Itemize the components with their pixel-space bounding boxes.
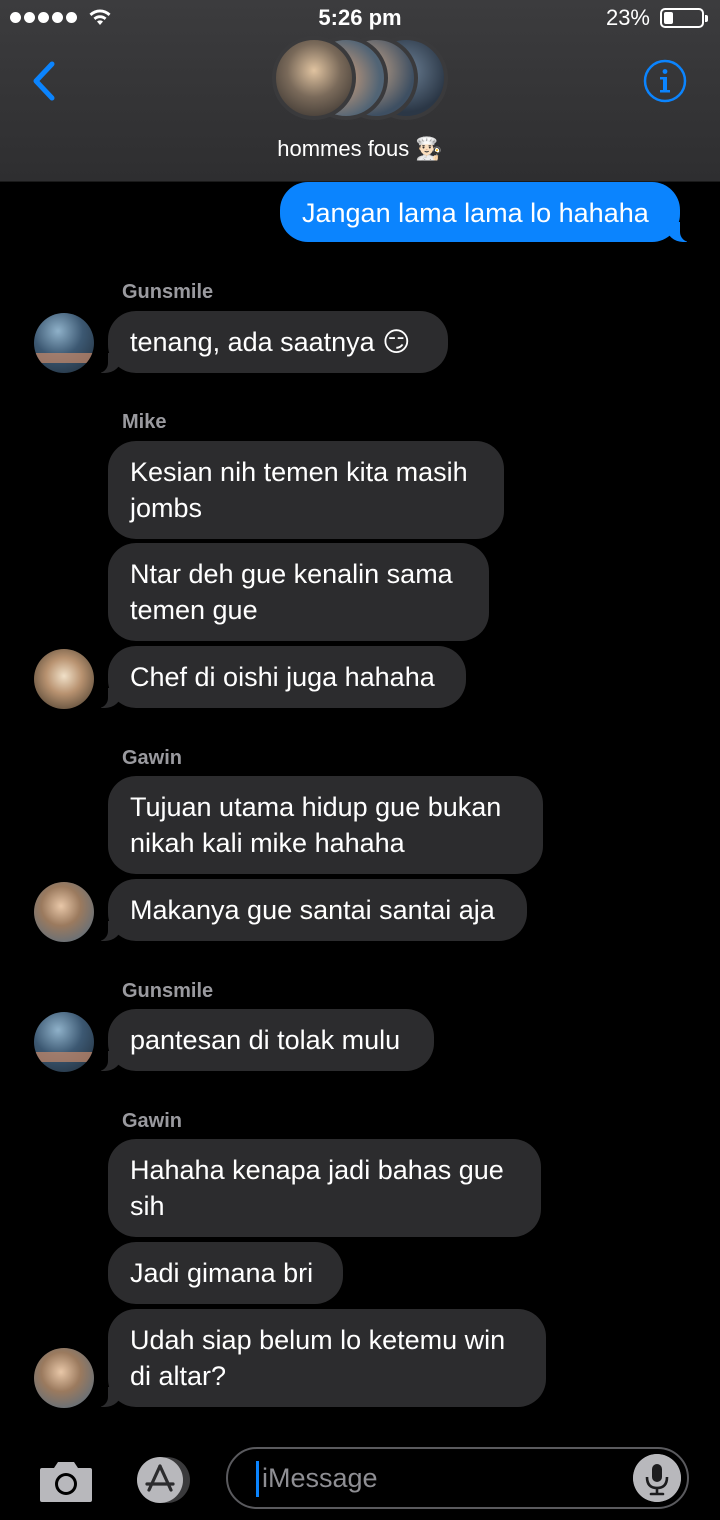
incoming-message[interactable]: Kesian nih temen kita masih jombs [108, 441, 504, 539]
avatar[interactable] [34, 649, 94, 709]
message-input[interactable]: iMessage [226, 1447, 689, 1509]
text-cursor [256, 1461, 259, 1497]
avatar[interactable] [34, 313, 94, 373]
group-avatar-stack[interactable] [272, 36, 448, 120]
incoming-message[interactable]: Jadi gimana bri [108, 1242, 343, 1304]
conversation-header: 5:26 pm 23% hommes fous 👨🏻‍🍳 [0, 0, 720, 182]
incoming-message[interactable]: tenang, ada saatnya 😏 [96, 311, 448, 373]
battery-icon [660, 8, 708, 28]
sender-name: Gunsmile [122, 281, 214, 303]
sender-name: Mike [122, 411, 167, 433]
message-placeholder: iMessage [262, 1463, 378, 1493]
avatar[interactable] [34, 1348, 94, 1408]
avatar [272, 36, 356, 120]
group-name[interactable]: hommes fous 👨🏻‍🍳 [0, 136, 720, 162]
avatar[interactable] [34, 1012, 94, 1072]
battery-percentage: 23% [605, 5, 650, 30]
camera-icon[interactable] [38, 1456, 94, 1504]
incoming-message[interactable]: Ntar deh gue kenalin sama temen gue [108, 543, 489, 641]
info-icon[interactable] [642, 58, 688, 104]
sender-name: Gawin [122, 1110, 183, 1132]
incoming-message[interactable]: pantesan di tolak mulu [96, 1009, 434, 1071]
sender-name: Gunsmile [122, 980, 214, 1002]
chevron-left-icon[interactable] [26, 58, 62, 104]
incoming-message[interactable]: Tujuan utama hidup gue bukan nikah kali … [108, 776, 543, 874]
status-bar: 5:26 pm 23% [0, 0, 720, 36]
incoming-message[interactable]: Hahaha kenapa jadi bahas gue sih [108, 1139, 541, 1237]
incoming-message[interactable]: Makanya gue santai santai aja [96, 879, 527, 941]
microphone-icon[interactable] [633, 1454, 681, 1502]
sender-name: Gawin [122, 747, 183, 769]
outgoing-message[interactable]: Jangan lama lama lo hahaha [280, 182, 692, 242]
avatar[interactable] [34, 882, 94, 942]
app-store-icon[interactable] [131, 1455, 197, 1505]
incoming-message[interactable]: Chef di oishi juga hahaha [96, 646, 466, 708]
incoming-message[interactable]: Udah siap belum lo ketemu win di altar? [96, 1309, 546, 1407]
